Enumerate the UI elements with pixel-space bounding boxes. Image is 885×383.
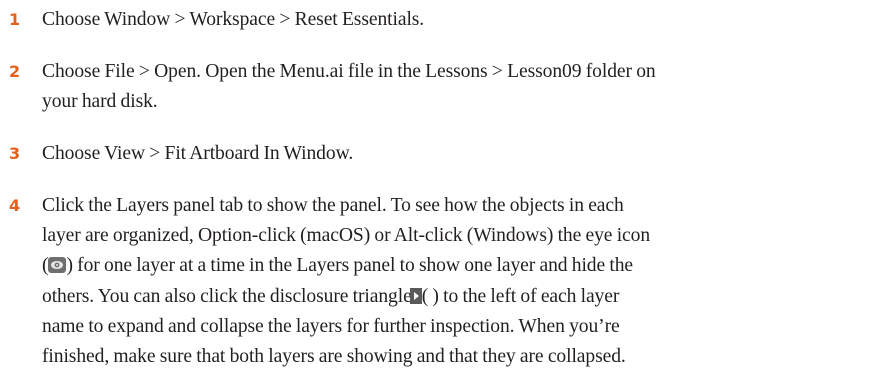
step-number: 3 — [9, 144, 21, 163]
step-line-pre: others. You can also click the disclosur… — [42, 285, 412, 307]
step-number: 4 — [9, 196, 21, 215]
step-text: Click the Layers panel tab to show the p… — [42, 191, 882, 372]
step-line: name to expand and collapse the layers f… — [42, 316, 620, 337]
step-number: 2 — [9, 62, 21, 81]
step-line: Choose Window > Workspace > Reset Essent… — [42, 9, 425, 30]
step-line-post: ( ) to the left of each layer — [421, 285, 620, 307]
step-line-rest: ) for one layer at a time in the Layers … — [66, 255, 634, 276]
step-line: () for one layer at a time in the Layers… — [42, 251, 882, 282]
step-line: Click the Layers panel tab to show the p… — [42, 195, 624, 216]
step-line: Choose File > Open. Open the Menu.ai fil… — [42, 61, 656, 82]
eye-icon — [48, 257, 67, 273]
step-text: Choose File > Open. Open the Menu.ai fil… — [42, 57, 882, 117]
step-text: Choose View > Fit Artboard In Window. — [42, 139, 882, 169]
step-line: others. You can also click the disclosur… — [42, 282, 882, 313]
step-line: layer are organized, Option-click (macOS… — [42, 225, 651, 246]
step-line: finished, make sure that both layers are… — [42, 346, 626, 367]
step-line: Choose View > Fit Artboard In Window. — [42, 143, 354, 164]
step-line: your hard disk. — [42, 91, 158, 112]
step-number: 1 — [9, 10, 21, 29]
step-text: Choose Window > Workspace > Reset Essent… — [42, 5, 882, 35]
disclosure-triangle-icon — [409, 287, 422, 304]
